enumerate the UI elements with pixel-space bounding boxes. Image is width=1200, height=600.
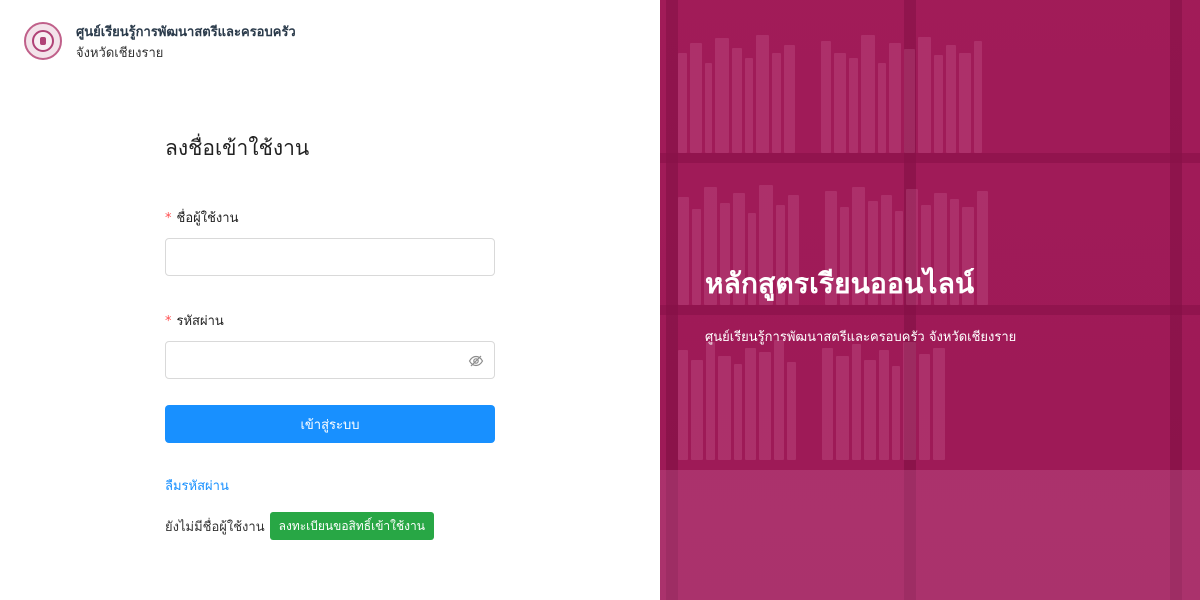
password-field-wrapper [165,341,495,379]
page-title: ลงชื่อเข้าใช้งาน [165,136,310,160]
password-label: * รหัสผ่าน [165,310,495,331]
register-row: ยังไม่มีชื่อผู้ใช้งาน ลงทะเบียนขอสิทธิ์เ… [165,512,495,540]
brand-text: ศูนย์เรียนรู้การพัฒนาสตรีและครอบครัว จัง… [76,22,296,63]
username-label-text: ชื่อผู้ใช้งาน [176,211,239,226]
password-input[interactable] [166,342,494,378]
no-account-text: ยังไม่มีชื่อผู้ใช้งาน [165,519,265,535]
login-panel: ศูนย์เรียนรู้การพัฒนาสตรีและครอบครัว จัง… [0,0,660,600]
username-field-wrapper [165,238,495,276]
hero-panel: หลักสูตรเรียนออนไลน์ ศูนย์เรียนรู้การพัฒ… [660,0,1200,600]
password-label-text: รหัสผ่าน [176,314,224,329]
login-button[interactable]: เข้าสู่ระบบ [165,405,495,443]
hero-subtitle: ศูนย์เรียนรู้การพัฒนาสตรีและครอบครัว จัง… [705,330,1017,345]
required-mark: * [165,314,172,329]
org-name: ศูนย์เรียนรู้การพัฒนาสตรีและครอบครัว [76,25,296,40]
hero-title: หลักสูตรเรียนออนไลน์ [705,267,975,300]
eye-slash-icon[interactable] [468,353,484,369]
required-mark: * [165,211,172,226]
seal-logo-icon [24,22,62,60]
hero-content: หลักสูตรเรียนออนไลน์ ศูนย์เรียนรู้การพัฒ… [705,262,1175,347]
login-form: ลงชื่อเข้าใช้งาน * ชื่อผู้ใช้งาน * รหัสผ่า… [165,130,495,540]
username-input[interactable] [166,239,494,275]
province-name: จังหวัดเชียงราย [76,46,164,61]
register-button[interactable]: ลงทะเบียนขอสิทธิ์เข้าใช้งาน [269,512,434,540]
brand-header: ศูนย์เรียนรู้การพัฒนาสตรีและครอบครัว จัง… [24,22,296,63]
username-label: * ชื่อผู้ใช้งาน [165,207,495,228]
forgot-password-link[interactable]: ลืมรหัสผ่าน [165,475,229,496]
